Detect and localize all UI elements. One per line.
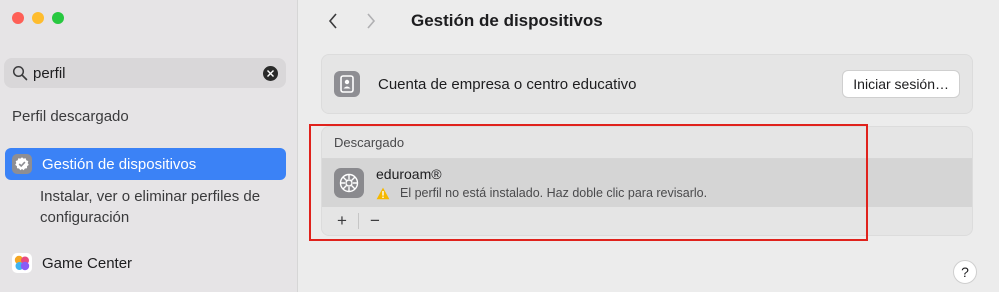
profile-status-text: El perfil no está instalado. Haz doble c… [400, 186, 708, 200]
search-result-section-title: Perfil descargado [12, 108, 129, 125]
close-icon [267, 69, 274, 77]
id-badge-icon [334, 71, 360, 97]
main-pane: Gestión de dispositivos Cuenta de empres… [299, 0, 999, 292]
chevron-right-icon [367, 13, 376, 29]
window-controls [12, 12, 64, 24]
remove-profile-button[interactable]: − [365, 211, 385, 231]
close-window-button[interactable] [12, 12, 24, 24]
account-card-label: Cuenta de empresa o centro educativo [378, 75, 637, 93]
profile-status: El perfil no está instalado. Haz doble c… [376, 186, 707, 200]
sidebar-item-label: Game Center [42, 254, 133, 272]
warning-icon [376, 187, 390, 199]
profile-row-eduroam[interactable]: eduroam® El perfil no está instalado. Ha… [322, 159, 972, 207]
search-icon [12, 65, 28, 81]
sidebar-item-device-management[interactable]: Gestión de dispositivos [5, 148, 286, 180]
downloaded-section-header: Descargado [322, 127, 972, 159]
account-card: Cuenta de empresa o centro educativo Ini… [321, 54, 973, 114]
sidebar: perfil Perfil descargado Gestión de disp… [0, 0, 298, 292]
chevron-left-icon [328, 13, 337, 29]
sidebar-item-game-center[interactable]: Game Center [5, 248, 286, 278]
toolbar: Gestión de dispositivos [299, 0, 999, 42]
search-field[interactable]: perfil [4, 58, 286, 88]
divider [358, 213, 359, 229]
sidebar-item-label: Gestión de dispositivos [42, 155, 197, 173]
gear-badge-icon [12, 154, 32, 174]
page-title: Gestión de dispositivos [411, 11, 603, 30]
minimize-window-button[interactable] [32, 12, 44, 24]
add-profile-button[interactable]: + [332, 211, 352, 231]
profile-name: eduroam® [376, 166, 442, 182]
downloaded-profiles-list: Descargado eduroam® El perfil no está in… [321, 126, 973, 236]
zoom-window-button[interactable] [52, 12, 64, 24]
back-button[interactable] [325, 11, 341, 31]
clear-search-button[interactable] [263, 65, 278, 81]
settings-gear-icon [334, 168, 364, 198]
forward-button[interactable] [363, 11, 379, 31]
sidebar-item-description[interactable]: Instalar, ver o eliminar perfiles de con… [40, 186, 280, 228]
search-input[interactable]: perfil [33, 65, 263, 82]
profile-text: eduroam® El perfil no está instalado. Ha… [376, 166, 707, 200]
help-button[interactable]: ? [953, 260, 977, 284]
game-center-icon [12, 253, 32, 273]
sign-in-button[interactable]: Iniciar sesión… [842, 70, 960, 98]
list-controls: + − [322, 207, 972, 235]
